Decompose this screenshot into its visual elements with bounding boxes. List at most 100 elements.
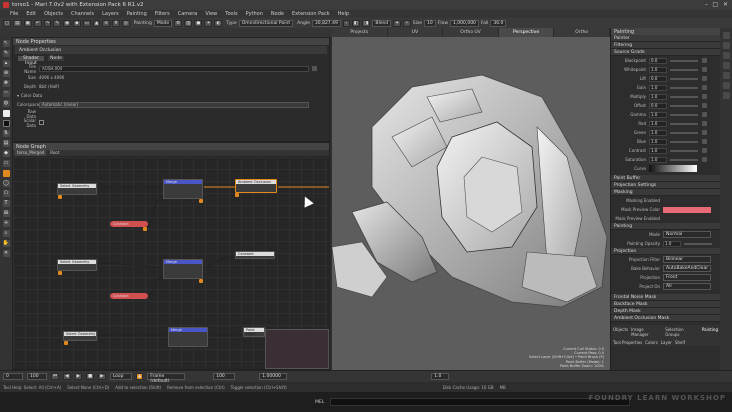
- menu-file[interactable]: File: [10, 11, 18, 17]
- channels-palette-icon[interactable]: [722, 52, 730, 59]
- tab-node[interactable]: Node: [47, 55, 65, 62]
- row-key-icon[interactable]: [702, 139, 707, 144]
- section-paint-buffer[interactable]: Paint Buffer: [611, 175, 720, 182]
- palette-icon[interactable]: [722, 32, 730, 39]
- node-port[interactable]: [58, 195, 62, 199]
- erase-icon[interactable]: ▭: [82, 19, 91, 27]
- angle-field[interactable]: 30,827.49: [311, 19, 341, 27]
- node-port[interactable]: [143, 227, 147, 231]
- minimize-button[interactable]: –: [705, 1, 708, 8]
- tab-ortho-uv[interactable]: Ortho UV: [443, 28, 499, 37]
- row-key-icon[interactable]: [702, 94, 707, 99]
- color-data-section[interactable]: ▾ Color Data: [17, 91, 329, 100]
- end-field[interactable]: 1.00000: [259, 373, 288, 380]
- warning-icon[interactable]: ▲: [135, 373, 144, 380]
- row-slider[interactable]: [670, 113, 698, 116]
- row-slider[interactable]: [670, 104, 698, 107]
- menu-node[interactable]: Node: [271, 11, 284, 17]
- ruler-tool-icon[interactable]: ⊞: [2, 210, 10, 217]
- row-value[interactable]: 1.0: [649, 147, 667, 154]
- light-tool-icon[interactable]: ☀: [2, 250, 10, 257]
- 3d-viewport[interactable]: Current Cull Status: 0.0 Current Pass: 0…: [332, 37, 610, 370]
- flow-field[interactable]: 1,000,000: [450, 19, 479, 27]
- menu-python[interactable]: Python: [246, 11, 263, 17]
- tab-selection-groups[interactable]: Selection Groups: [665, 327, 699, 337]
- shelf-palette-icon[interactable]: [722, 62, 730, 69]
- node-port[interactable]: [199, 279, 203, 283]
- eraser-tool-icon[interactable]: ▭: [2, 160, 10, 167]
- tab-tool-properties[interactable]: Tool Properties: [613, 340, 642, 345]
- fill-icon[interactable]: ◆: [73, 19, 81, 27]
- lock-icon[interactable]: ▲: [92, 19, 101, 27]
- tab-objects[interactable]: Objects: [613, 327, 628, 337]
- row-slider[interactable]: [670, 131, 698, 134]
- row-key-icon[interactable]: [702, 121, 707, 126]
- layers-palette-icon[interactable]: [722, 42, 730, 49]
- row-value[interactable]: 1.0: [649, 66, 667, 73]
- row-key-icon[interactable]: [702, 67, 707, 72]
- color-palette-icon[interactable]: [722, 82, 730, 89]
- painting-mode-dropdown[interactable]: Mode: [153, 19, 173, 27]
- row-value[interactable]: 0.0: [649, 102, 667, 109]
- move-tool-icon[interactable]: ✛: [2, 220, 10, 227]
- paint-icon[interactable]: ◧: [351, 19, 361, 27]
- menu-channels[interactable]: Channels: [71, 11, 94, 17]
- node-select-geometry-1[interactable]: Select Geometry: [57, 183, 97, 195]
- file-browse-icon[interactable]: [312, 66, 317, 71]
- tab-root[interactable]: Root: [48, 150, 61, 156]
- smear-tool-icon[interactable]: ~: [2, 90, 10, 97]
- node-graph-minimap[interactable]: [265, 329, 329, 369]
- size-field[interactable]: 10: [424, 19, 436, 27]
- section-backface-mask[interactable]: Backface Mask: [611, 301, 720, 308]
- scalar-data-checkbox[interactable]: [39, 120, 44, 125]
- tab-ortho[interactable]: Ortho: [554, 28, 610, 37]
- mode-dropdown[interactable]: Normal: [663, 231, 711, 238]
- row-key-icon[interactable]: [702, 103, 707, 108]
- row-key-icon[interactable]: [702, 157, 707, 162]
- section-depth-mask[interactable]: Depth Mask: [611, 308, 720, 315]
- redo-icon[interactable]: ↷: [43, 19, 52, 27]
- sphere-icon[interactable]: ●: [194, 19, 203, 27]
- row-slider[interactable]: [670, 59, 698, 62]
- colorspace-dropdown[interactable]: Automatic (linear): [39, 101, 309, 108]
- section-source-grade[interactable]: Source Grade: [611, 49, 720, 56]
- loop-dropdown[interactable]: Loop: [109, 373, 132, 380]
- menu-filters[interactable]: Filters: [155, 11, 170, 17]
- swap-color-icon[interactable]: ⇅: [2, 130, 10, 137]
- layers-icon[interactable]: ≡: [102, 19, 111, 27]
- accent-tool-icon[interactable]: [2, 170, 10, 177]
- project-on-dropdown[interactable]: All: [663, 283, 711, 290]
- menu-painting[interactable]: Painting: [127, 11, 147, 17]
- row-slider[interactable]: [670, 86, 698, 89]
- node-graph-canvas[interactable]: Select Geometry Merge Ambient Occlusion …: [13, 157, 329, 369]
- zoom-field[interactable]: 100: [213, 373, 236, 380]
- projection-dropdown[interactable]: Front: [663, 274, 711, 281]
- frame-dropdown[interactable]: Frame (default): [147, 373, 186, 384]
- row-slider[interactable]: [670, 77, 698, 80]
- section-projection[interactable]: Projection: [611, 248, 720, 255]
- stop-icon[interactable]: ■: [86, 373, 95, 380]
- row-key-icon[interactable]: [702, 85, 707, 90]
- tab-painting[interactable]: Painting: [702, 327, 718, 337]
- stencil-icon[interactable]: ▥: [184, 19, 193, 27]
- brush-palette-icon[interactable]: [722, 72, 730, 79]
- tab-shader-input[interactable]: Shader Input: [17, 55, 45, 66]
- polygon-tool-icon[interactable]: ⬠: [2, 190, 10, 197]
- menu-help[interactable]: Help: [338, 11, 349, 17]
- speed-field[interactable]: 1.0: [431, 373, 450, 380]
- first-frame-icon[interactable]: ⏮: [51, 373, 60, 380]
- blend-icon[interactable]: ◨: [362, 19, 371, 27]
- row-slider[interactable]: [670, 95, 698, 98]
- menu-edit[interactable]: Edit: [26, 11, 36, 17]
- row-slider[interactable]: [670, 158, 698, 161]
- row-value[interactable]: 0.0: [649, 75, 667, 82]
- close-button[interactable]: ✕: [723, 1, 728, 8]
- light-icon[interactable]: ☀: [204, 19, 213, 27]
- section-ao-mask[interactable]: Ambient Occlusion Mask: [611, 315, 720, 322]
- wrench-icon[interactable]: ⚙: [174, 19, 183, 27]
- section-painter[interactable]: Painter: [611, 35, 720, 42]
- timeline-start-field[interactable]: 0: [3, 373, 23, 380]
- paint-tool-icon[interactable]: ✎: [2, 50, 10, 57]
- gradient-tool-icon[interactable]: ▤: [2, 140, 10, 147]
- node-ambient-occlusion[interactable]: Ambient Occlusion: [235, 179, 277, 193]
